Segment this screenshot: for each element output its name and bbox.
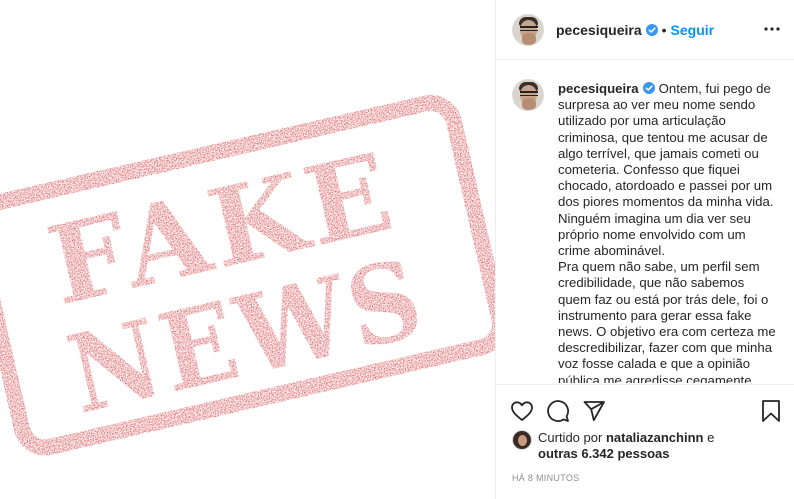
header-username[interactable]: pecesiqueira (556, 22, 642, 38)
caption-row: pecesiqueira Ontem, fui pego de surpresa … (512, 79, 779, 383)
share-icon[interactable] (582, 399, 606, 423)
caption-avatar[interactable] (512, 79, 544, 111)
likes-count[interactable]: outras 6.342 pessoas (538, 446, 670, 461)
caption-paragraph-1: pecesiqueira Ontem, fui pego de surpresa … (558, 81, 779, 259)
likes-text: Curtido por nataliazanchinn e outras 6.3… (538, 430, 748, 462)
liker-username[interactable]: nataliazanchinn (606, 430, 704, 445)
verified-badge-icon (645, 23, 658, 36)
caption-text: pecesiqueira Ontem, fui pego de surpresa … (558, 81, 779, 383)
post-side-panel: pecesiqueira • Seguir pecesiqueira Ontem,… (495, 0, 794, 499)
fake-news-stamp: FAKE NEWS (0, 95, 495, 456)
caption-body-1: Ontem, fui pego de surpresa ao ver meu n… (558, 81, 774, 259)
post-actions: Curtido por nataliazanchinn e outras 6.3… (496, 384, 794, 499)
verified-badge-icon (642, 82, 655, 94)
follow-button[interactable]: Seguir (671, 22, 715, 38)
post-image[interactable]: FAKE NEWS (0, 0, 495, 499)
liker-avatar[interactable] (512, 430, 532, 450)
likes-prefix: Curtido por (538, 430, 603, 445)
action-icons (510, 399, 618, 423)
caption-username[interactable]: pecesiqueira (558, 81, 639, 96)
likes-summary: Curtido por nataliazanchinn e outras 6.3… (512, 430, 748, 462)
post-timestamp[interactable]: HÁ 8 MINUTOS (512, 473, 579, 483)
comments-area[interactable]: pecesiqueira Ontem, fui pego de surpresa … (496, 61, 794, 383)
post-header: pecesiqueira • Seguir (496, 0, 794, 60)
bookmark-icon[interactable] (759, 399, 783, 423)
separator-dot: • (661, 21, 667, 38)
heart-icon[interactable] (510, 399, 534, 423)
caption-paragraph-2: Pra quem não sabe, um perfil sem credibi… (558, 259, 776, 383)
likes-suffix: e (707, 430, 715, 445)
comment-icon[interactable] (546, 399, 570, 423)
avatar[interactable] (512, 13, 544, 46)
more-horizontal-icon[interactable] (763, 20, 781, 38)
